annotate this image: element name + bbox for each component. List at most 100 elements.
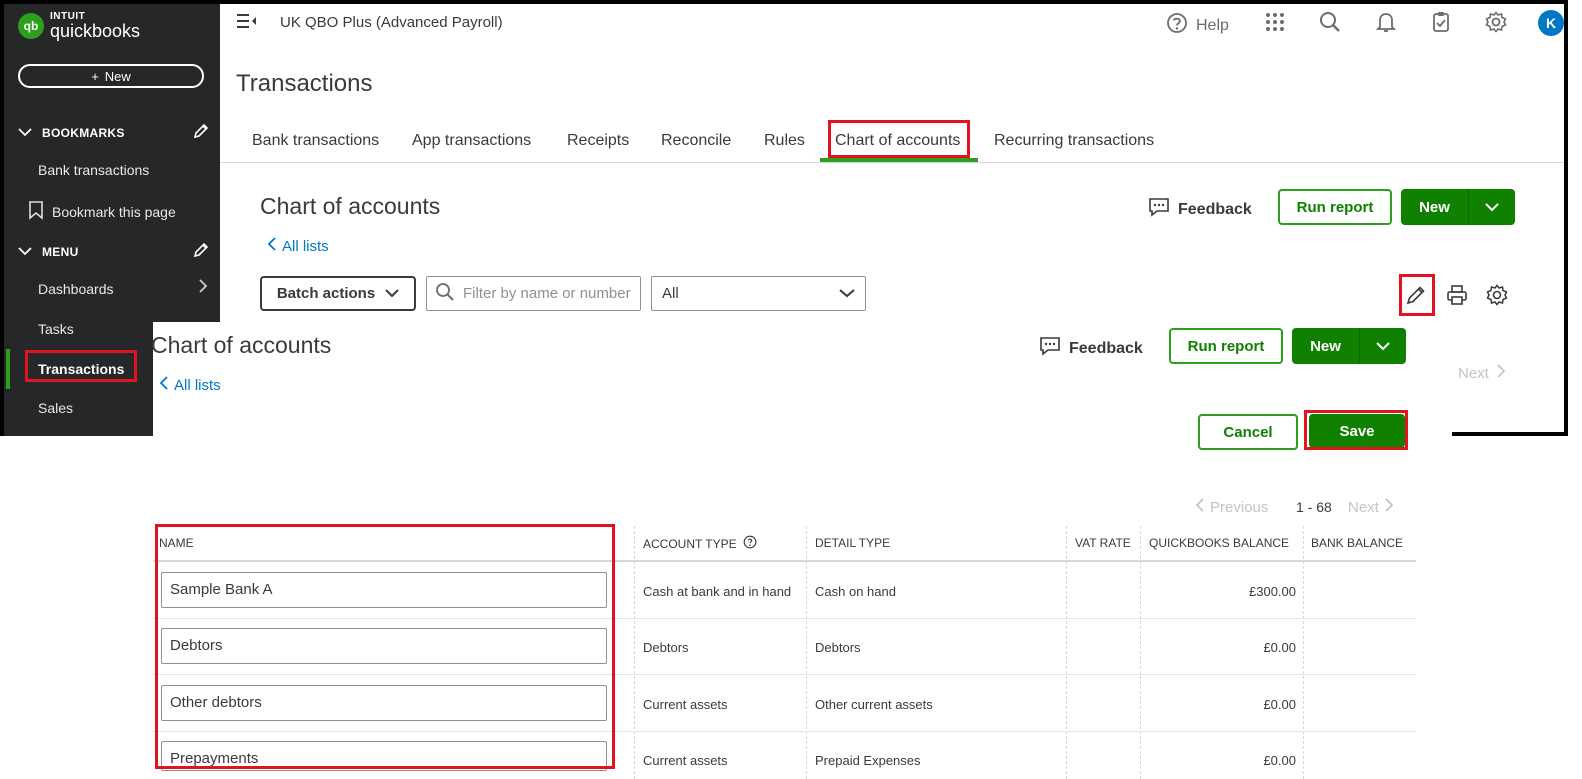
info-circle-icon[interactable] (743, 535, 757, 552)
highlight-name-column (155, 524, 615, 769)
bookmarks-title: BOOKMARKS (42, 125, 125, 140)
new-account-button-edit[interactable]: New (1292, 328, 1360, 364)
next-page-faded: Next (1458, 364, 1506, 382)
run-report-button[interactable]: Run report (1278, 189, 1392, 225)
collapse-menu-icon[interactable] (236, 12, 258, 35)
feedback-label: Feedback (1178, 200, 1252, 218)
tab-bank-transactions[interactable]: Bank transactions (252, 132, 379, 150)
page-range: 1 - 68 (1296, 499, 1332, 515)
detail-type-cell: Debtors (815, 640, 861, 655)
company-name[interactable]: UK QBO Plus (Advanced Payroll) (280, 14, 503, 31)
chevron-right-icon (1385, 498, 1394, 516)
bookmark-icon (28, 200, 44, 223)
next-label: Next (1348, 498, 1379, 516)
screenshot-frame-bottom (1452, 432, 1568, 436)
run-report-button-edit[interactable]: Run report (1169, 328, 1283, 364)
chevron-left-icon (1195, 498, 1204, 516)
qb-balance-cell: £0.00 (1263, 640, 1296, 655)
search-icon[interactable] (1318, 10, 1342, 34)
apps-grid-icon[interactable] (1263, 10, 1287, 34)
feedback-button-edit[interactable]: Feedback (1039, 335, 1143, 362)
filter-input[interactable]: Filter by name or number (426, 276, 641, 311)
chevron-down-icon (839, 285, 855, 302)
brand-main: quickbooks (50, 21, 141, 41)
account-type-cell: Debtors (643, 640, 689, 655)
tab-receipts[interactable]: Receipts (567, 132, 629, 150)
qb-logo-icon: qb (18, 13, 44, 39)
edit-menu-pencil-icon[interactable] (192, 241, 210, 262)
menu-section-header[interactable]: MENU (18, 241, 210, 262)
help-label: Help (1196, 16, 1229, 34)
qb-balance-cell: £300.00 (1249, 584, 1296, 599)
edit-bookmarks-pencil-icon[interactable] (192, 122, 210, 143)
coa-title: Chart of accounts (260, 193, 441, 219)
all-lists-link[interactable]: All lists (267, 237, 329, 255)
sidebar-new-button[interactable]: + New (18, 64, 204, 88)
all-lists-label: All lists (282, 237, 329, 255)
feedback-button[interactable]: Feedback (1148, 196, 1252, 223)
sidebar-new-label: New (104, 68, 131, 84)
sidebar-item-bank-transactions[interactable]: Bank transactions (38, 162, 149, 178)
active-tab-underline (820, 158, 978, 162)
notifications-bell-icon[interactable] (1374, 10, 1398, 34)
user-avatar[interactable]: K (1538, 10, 1564, 36)
new-dropdown-chevron-icon[interactable] (1360, 328, 1406, 364)
chevron-left-icon (267, 237, 276, 255)
col-vat-rate[interactable]: VAT RATE (1075, 536, 1131, 550)
previous-page-button[interactable]: Previous (1195, 498, 1269, 516)
bookmarks-section-header[interactable]: BOOKMARKS (18, 122, 210, 143)
col-bank-balance[interactable]: BANK BALANCE (1311, 536, 1403, 550)
table-settings-gear-icon[interactable] (1484, 282, 1510, 308)
sidebar-item-tasks[interactable]: Tasks (38, 321, 74, 337)
bookmark-this-page-label: Bookmark this page (52, 203, 176, 220)
print-icon[interactable] (1444, 282, 1470, 308)
page-title: Transactions (236, 70, 373, 97)
highlight-edit-pencil (1399, 274, 1435, 316)
tab-recurring-transactions[interactable]: Recurring transactions (994, 132, 1154, 150)
clipboard-tasks-icon[interactable] (1429, 10, 1453, 34)
tabs-divider (220, 162, 1564, 163)
new-account-button[interactable]: New (1401, 189, 1469, 225)
chevron-down-icon (385, 285, 399, 302)
next-page-button[interactable]: Next (1348, 498, 1394, 516)
quickbooks-logo[interactable]: qb INTUIT quickbooks (18, 12, 140, 40)
chevron-down-icon (18, 245, 36, 259)
tab-reconcile[interactable]: Reconcile (661, 132, 731, 150)
filter-placeholder: Filter by name or number (463, 285, 631, 302)
help-icon (1166, 12, 1188, 39)
tab-app-transactions[interactable]: App transactions (412, 132, 531, 150)
col-quickbooks-balance[interactable]: QUICKBOOKS BALANCE (1149, 536, 1289, 550)
screenshot-frame-top (0, 0, 1568, 4)
chevron-down-icon (18, 126, 36, 140)
highlight-save-button (1304, 410, 1408, 450)
account-type-select[interactable]: All (651, 276, 866, 311)
col-detail-type[interactable]: DETAIL TYPE (815, 536, 890, 550)
menu-title: MENU (42, 244, 79, 259)
account-type-value: All (662, 285, 679, 302)
tab-rules[interactable]: Rules (764, 132, 805, 150)
sidebar-item-sales[interactable]: Sales (38, 400, 73, 416)
detail-type-cell: Cash on hand (815, 584, 896, 599)
chevron-right-icon (198, 278, 208, 299)
feedback-comment-icon (1039, 335, 1061, 362)
search-icon (435, 282, 455, 306)
sidebar-item-dashboards[interactable]: Dashboards (38, 281, 114, 297)
detail-type-cell: Other current assets (815, 697, 933, 712)
settings-gear-icon[interactable] (1484, 10, 1508, 34)
col-account-type-label: ACCOUNT TYPE (643, 536, 737, 551)
new-account-split-button: New (1401, 189, 1515, 225)
help-button[interactable]: Help (1166, 12, 1229, 39)
batch-actions-dropdown[interactable]: Batch actions (260, 276, 416, 311)
screenshot-frame-right (1564, 0, 1568, 436)
qb-balance-cell: £0.00 (1263, 697, 1296, 712)
highlight-chart-of-accounts-tab (828, 120, 970, 158)
all-lists-link-edit[interactable]: All lists (159, 376, 221, 394)
previous-label: Previous (1210, 498, 1269, 516)
chevron-left-icon (159, 376, 168, 394)
next-label-faded: Next (1458, 364, 1489, 382)
new-dropdown-chevron-icon[interactable] (1469, 189, 1515, 225)
plus-icon: + (91, 68, 99, 84)
sidebar-item-bookmark-page[interactable]: Bookmark this page (28, 200, 176, 223)
cancel-button[interactable]: Cancel (1198, 414, 1298, 450)
col-account-type[interactable]: ACCOUNT TYPE (643, 535, 757, 552)
